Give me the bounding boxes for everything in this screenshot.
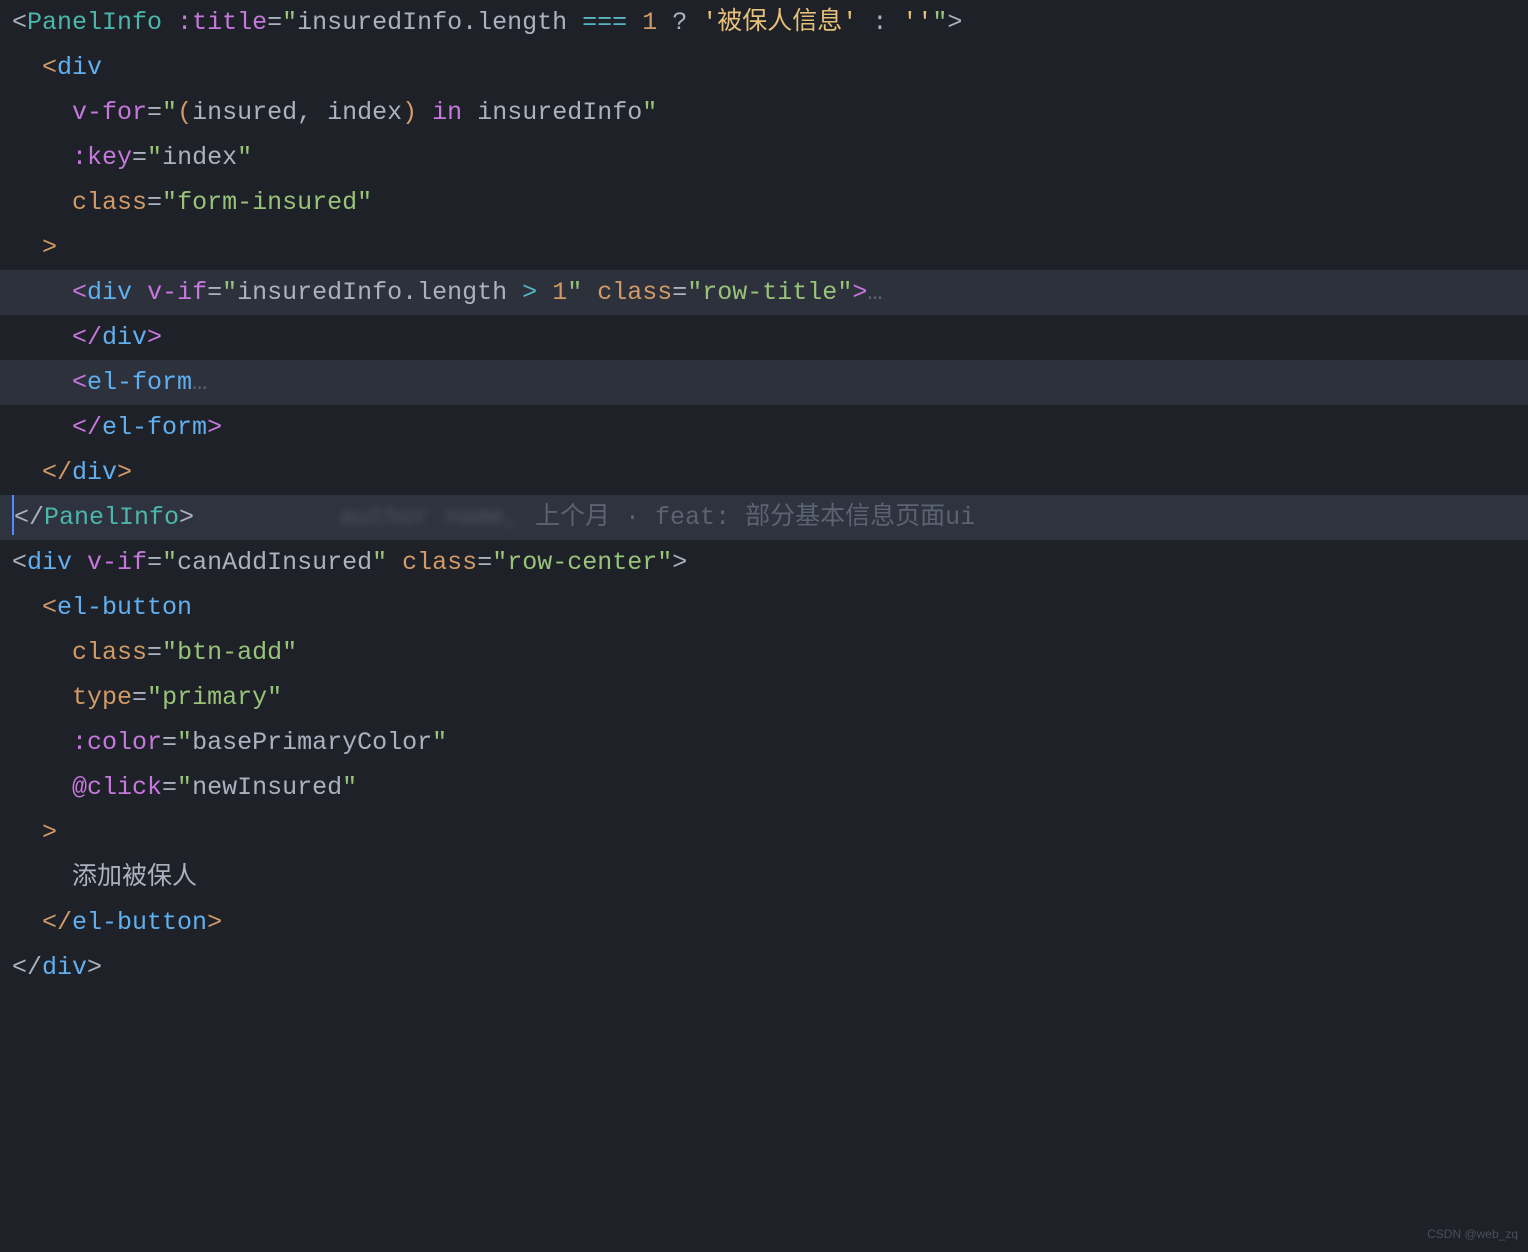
code-line[interactable]: <el-button [0,585,1528,630]
bracket: > [42,818,57,847]
tag: div [72,458,117,487]
watermark: CSDN @web_zq [1427,1224,1518,1246]
tag: el-form [102,413,207,442]
bracket: </ [42,458,72,487]
code-line[interactable]: <div v-if="canAddInsured" class="row-cen… [0,540,1528,585]
attr: @click [72,773,162,802]
tag: el-form [87,368,192,397]
code-line[interactable]: > [0,810,1528,855]
git-blame-annotation: author name, 上个月 · feat: 部分基本信息页面ui [340,495,975,540]
bracket: < [42,53,57,82]
code-line[interactable]: <PanelInfo :title="insuredInfo.length ==… [0,0,1528,45]
bracket: > [42,233,57,262]
attr: :key [72,143,132,172]
code-line[interactable]: </el-button> [0,900,1528,945]
code-line[interactable]: @click="newInsured" [0,765,1528,810]
code-line-active[interactable]: </PanelInfo>author name, 上个月 · feat: 部分基… [0,495,1528,540]
bracket: </ [12,953,42,982]
bracket: </ [42,908,72,937]
bracket: < [12,8,27,37]
code-line[interactable]: </div> [0,450,1528,495]
attr: class [72,638,147,667]
code-line[interactable]: </el-form> [0,405,1528,450]
tag: el-button [72,908,207,937]
code-line[interactable]: class="form-insured" [0,180,1528,225]
tag: div [57,53,102,82]
code-line[interactable]: > [0,225,1528,270]
component-name: PanelInfo [44,503,179,532]
code-line[interactable]: <div [0,45,1528,90]
tag: div [87,278,132,307]
fold-marker[interactable]: … [192,368,207,397]
bracket: < [72,368,87,397]
attr: class [597,278,672,307]
code-line[interactable]: v-for="(insured, index) in insuredInfo" [0,90,1528,135]
code-editor[interactable]: <PanelInfo :title="insuredInfo.length ==… [0,0,1528,990]
code-line[interactable]: </div> [0,315,1528,360]
attr: type [72,683,132,712]
bracket: </ [14,503,44,532]
text-content: 添加被保人 [72,863,197,892]
tag: div [42,953,87,982]
component-name: PanelInfo [27,8,162,37]
attr: v-for [72,98,147,127]
attr: v-if [147,278,207,307]
code-line[interactable]: <div v-if="insuredInfo.length > 1" class… [0,270,1528,315]
code-line[interactable]: <el-form… [0,360,1528,405]
attr: v-if [87,548,147,577]
bracket: < [42,593,57,622]
code-line[interactable]: :key="index" [0,135,1528,180]
attr: :title [177,8,267,37]
bracket: </ [72,413,102,442]
code-line[interactable]: </div> [0,945,1528,990]
code-line[interactable]: 添加被保人 [0,855,1528,900]
bracket: </ [72,323,102,352]
attr: class [402,548,477,577]
bracket: < [12,548,27,577]
attr: :color [72,728,162,757]
attr: class [72,188,147,217]
tag: el-button [57,593,192,622]
code-line[interactable]: type="primary" [0,675,1528,720]
tag: div [27,548,72,577]
fold-marker[interactable]: … [867,278,882,307]
code-line[interactable]: :color="basePrimaryColor" [0,720,1528,765]
code-line[interactable]: class="btn-add" [0,630,1528,675]
bracket: < [72,278,87,307]
tag: div [102,323,147,352]
